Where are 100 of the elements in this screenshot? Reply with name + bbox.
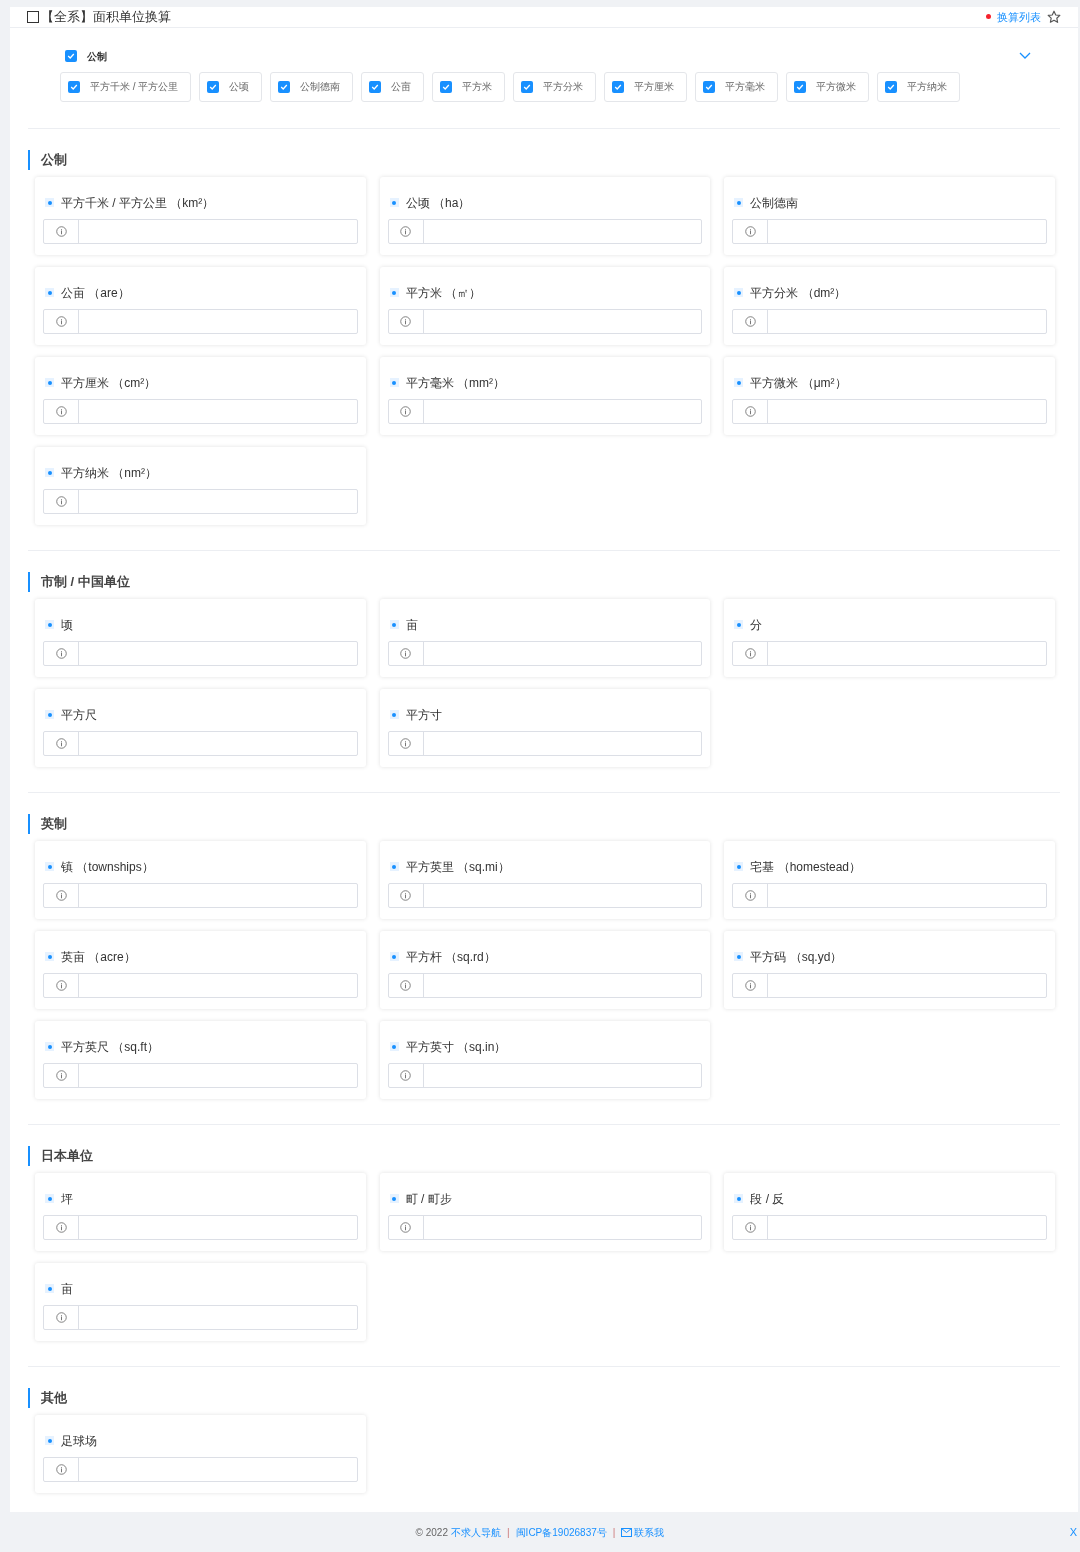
checkbox[interactable]: [703, 80, 716, 93]
unit-label: 英亩 （acre）: [61, 948, 136, 966]
input-field[interactable]: [43, 1062, 358, 1088]
bullet-icon: [45, 468, 54, 477]
info-icon: [55, 225, 67, 237]
star-icon[interactable]: [1047, 9, 1061, 24]
info-icon: [400, 405, 412, 417]
bullet-icon: [389, 862, 399, 871]
input-field[interactable]: [43, 882, 358, 908]
checkbox[interactable]: [27, 10, 39, 23]
input-field[interactable]: [732, 1214, 1047, 1240]
info-icon: [55, 495, 67, 507]
bullet-icon: [389, 1042, 399, 1051]
input-field[interactable]: [43, 1304, 358, 1330]
unit-label: 亩: [61, 1280, 73, 1298]
unit-filter-chip[interactable]: 平方微米: [786, 71, 870, 102]
input-field[interactable]: [732, 640, 1047, 666]
bullet-icon: [734, 378, 744, 387]
input-field[interactable]: [387, 308, 703, 334]
checkbox[interactable]: [794, 80, 807, 93]
unit-filter-chip[interactable]: 平方米: [432, 71, 506, 102]
info-icon: [744, 315, 756, 327]
unit-filter-chip[interactable]: 平方毫米: [695, 71, 779, 102]
info-icon: [55, 737, 67, 749]
input-field[interactable]: [43, 218, 358, 244]
unit-label: 亩: [405, 616, 418, 634]
bullet-icon: [734, 952, 744, 961]
checkbox[interactable]: [278, 80, 291, 93]
input-field[interactable]: [732, 398, 1047, 424]
unit-filter-chip[interactable]: 平方厘米: [604, 71, 688, 102]
unit-label: 公亩 （are）: [61, 284, 130, 302]
input-field[interactable]: [732, 972, 1047, 998]
input-field[interactable]: [43, 640, 358, 666]
info-icon: [55, 979, 67, 991]
bullet-icon: [45, 952, 54, 961]
bullet-icon: [389, 198, 399, 207]
input-field[interactable]: [43, 398, 358, 424]
info-icon: [400, 647, 412, 659]
unit-label: 平方毫米 （mm²）: [405, 374, 505, 392]
input-field[interactable]: [43, 972, 358, 998]
unit-label: 町 / 町步: [405, 1190, 452, 1208]
input-field[interactable]: [43, 308, 358, 334]
checkbox[interactable]: [612, 80, 625, 93]
group-label: 公制: [87, 49, 107, 64]
input-field[interactable]: [732, 308, 1047, 334]
input-field[interactable]: [387, 972, 703, 998]
input-field[interactable]: [387, 730, 703, 756]
input-field[interactable]: [43, 1214, 358, 1240]
info-icon: [55, 1311, 67, 1323]
info-icon: [55, 315, 67, 327]
checkbox[interactable]: [68, 80, 80, 93]
bullet-icon: [389, 952, 399, 961]
checkbox[interactable]: [521, 80, 534, 93]
info-icon: [744, 889, 756, 901]
checkbox[interactable]: [65, 50, 77, 62]
checkbox[interactable]: [885, 80, 898, 93]
unit-label: 分: [750, 616, 763, 634]
info-icon: [55, 1463, 67, 1475]
input-field[interactable]: [43, 488, 358, 514]
bullet-icon: [45, 710, 54, 719]
unit-label: 平方千米 / 平方公里 （km²）: [61, 194, 215, 212]
separator: |: [612, 1525, 616, 1540]
unit-filter-chip[interactable]: 公亩: [361, 71, 425, 102]
checkbox[interactable]: [440, 80, 453, 93]
input-field[interactable]: [387, 218, 703, 244]
bullet-icon: [734, 198, 744, 207]
bullet-icon: [389, 620, 399, 629]
unit-filter-chip[interactable]: 平方分米: [513, 71, 597, 102]
info-icon: [744, 979, 756, 991]
input-field[interactable]: [43, 1456, 358, 1482]
input-field[interactable]: [387, 398, 703, 424]
checkbox[interactable]: [207, 80, 220, 93]
unit-filter-chip[interactable]: 公制德南: [270, 71, 354, 102]
input-field[interactable]: [387, 1214, 703, 1240]
bullet-icon: [734, 862, 744, 871]
input-field[interactable]: [387, 640, 703, 666]
bullet-icon: [389, 288, 399, 297]
mail-icon: [621, 1527, 633, 1537]
section-title: 市制 / 中国单位: [28, 571, 1060, 592]
checkbox[interactable]: [369, 80, 382, 93]
input-field[interactable]: [387, 1062, 703, 1088]
unit-filter-chip[interactable]: 公顷: [199, 71, 263, 102]
bullet-icon: [389, 710, 399, 719]
bullet-icon: [45, 288, 54, 297]
section-title: 英制: [28, 813, 1060, 834]
bullet-icon: [734, 620, 744, 629]
bullet-icon: [45, 1042, 54, 1051]
chevron-down-icon[interactable]: [1019, 52, 1031, 60]
bullet-icon: [389, 378, 399, 387]
unit-filter-chip[interactable]: 平方千米 / 平方公里: [60, 71, 192, 102]
input-field[interactable]: [43, 730, 358, 756]
info-icon: [400, 1221, 412, 1233]
conversion-list-link[interactable]: 换算列表: [997, 8, 1041, 25]
unit-filter-chip[interactable]: 平方纳米: [877, 71, 961, 102]
input-field[interactable]: [387, 882, 703, 908]
input-field[interactable]: [732, 218, 1047, 244]
unit-label: 平方码 （sq.yd）: [750, 948, 843, 966]
input-field[interactable]: [732, 882, 1047, 908]
info-icon: [400, 889, 412, 901]
unit-label: 平方微米 （μm²）: [750, 374, 847, 392]
